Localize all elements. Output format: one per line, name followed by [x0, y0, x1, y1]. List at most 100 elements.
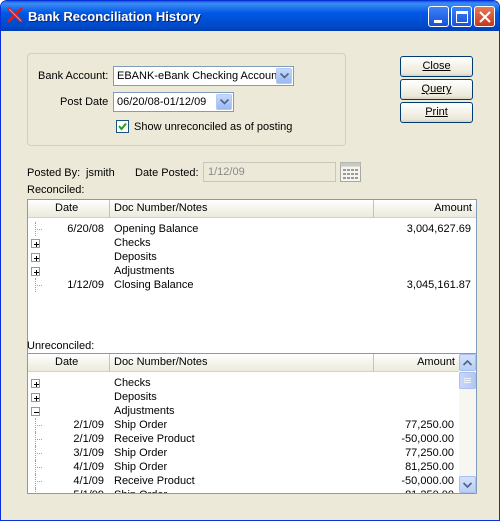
- window-title: Bank Reconciliation History: [28, 9, 201, 24]
- tree-row[interactable]: 1/12/09 Closing Balance 3,045,161.87: [28, 278, 476, 292]
- tree-row[interactable]: Adjustments: [28, 404, 476, 418]
- column-header-doc[interactable]: Doc Number/Notes: [110, 200, 374, 218]
- tree-row[interactable]: Deposits: [28, 250, 476, 264]
- tree-line: [35, 229, 42, 230]
- cell-date: 4/1/09: [73, 461, 104, 473]
- chevron-down-icon[interactable]: [216, 94, 232, 110]
- title-bar[interactable]: Bank Reconciliation History: [1, 1, 499, 31]
- cell-amount: 81,250.00: [405, 461, 454, 473]
- print-button-label: Print: [425, 106, 448, 118]
- client-area: Bank Account: EBANK-eBank Checking Accou…: [4, 31, 496, 518]
- tree-line: [35, 481, 42, 482]
- tree-line: [35, 285, 42, 286]
- cell-doc: Adjustments: [114, 265, 175, 277]
- cell-date: 5/1/09: [73, 488, 104, 493]
- tree-row[interactable]: 2/1/09 Ship Order 77,250.00: [28, 418, 476, 432]
- cell-amount: 3,004,627.69: [406, 223, 471, 235]
- collapse-icon[interactable]: [31, 407, 40, 416]
- close-icon: [479, 11, 491, 23]
- cell-doc: Deposits: [114, 251, 157, 263]
- bank-account-value: EBANK-eBank Checking Account: [117, 70, 281, 82]
- tree-line: [35, 467, 42, 468]
- post-date-label: Post Date: [60, 96, 109, 108]
- reconciled-tree[interactable]: Date Doc Number/Notes Amount 6/20/08 Open…: [27, 199, 477, 365]
- scroll-up-button[interactable]: [459, 354, 476, 371]
- reconciled-label: Reconciled:: [27, 184, 85, 196]
- cell-doc: Ship Order: [114, 461, 168, 473]
- expand-icon[interactable]: [31, 239, 40, 248]
- cell-amount: -50,000.00: [401, 433, 454, 445]
- minimize-icon: [434, 20, 442, 23]
- expand-icon[interactable]: [31, 267, 40, 276]
- cell-amount: 77,250.00: [405, 419, 454, 431]
- column-header-doc[interactable]: Doc Number/Notes: [110, 354, 374, 372]
- bank-account-select[interactable]: EBANK-eBank Checking Account: [113, 66, 294, 86]
- close-button[interactable]: Close: [400, 56, 473, 77]
- cell-doc: Adjustments: [114, 405, 175, 417]
- bank-reconciliation-history-window: Bank Reconciliation History Bank Account…: [0, 0, 500, 521]
- cell-doc: Checks: [114, 237, 151, 249]
- tree-row[interactable]: Deposits: [28, 390, 476, 404]
- cell-date: 2/1/09: [73, 433, 104, 445]
- column-header-amount[interactable]: Amount: [374, 200, 476, 218]
- print-button[interactable]: Print: [400, 102, 473, 123]
- cell-date: 6/20/08: [67, 223, 104, 235]
- cell-date: 3/1/09: [73, 447, 104, 459]
- tree-row[interactable]: 5/1/09 Ship Order 81,250.00: [28, 488, 476, 493]
- date-posted-value: 1/12/09: [208, 166, 245, 178]
- chevron-down-icon: [463, 482, 472, 488]
- tree-line: [35, 453, 42, 454]
- query-button[interactable]: Query: [400, 79, 473, 100]
- post-date-select[interactable]: 06/20/08-01/12/09: [113, 92, 234, 112]
- tree-row[interactable]: 2/1/09 Receive Product -50,000.00: [28, 432, 476, 446]
- post-date-value: 06/20/08-01/12/09: [117, 96, 207, 108]
- tree-row[interactable]: 4/1/09 Ship Order 81,250.00: [28, 460, 476, 474]
- cell-doc: Opening Balance: [114, 223, 199, 235]
- expand-icon[interactable]: [31, 253, 40, 262]
- calendar-icon[interactable]: [340, 162, 361, 182]
- show-unreconciled-checkbox[interactable]: [116, 120, 129, 133]
- column-header-amount[interactable]: Amount: [374, 354, 459, 372]
- minimize-button[interactable]: [428, 6, 449, 27]
- query-button-label: Query: [421, 83, 452, 95]
- cell-doc: Deposits: [114, 391, 157, 403]
- cell-doc: Closing Balance: [114, 279, 194, 291]
- unreconciled-scrollbar[interactable]: [459, 354, 476, 493]
- tree-row[interactable]: 3/1/09 Ship Order 77,250.00: [28, 446, 476, 460]
- expand-icon[interactable]: [31, 379, 40, 388]
- show-unreconciled-label[interactable]: Show unreconciled as of posting: [134, 121, 292, 133]
- close-window-button[interactable]: [474, 6, 495, 27]
- maximize-icon: [456, 11, 468, 23]
- tree-line: [35, 488, 36, 493]
- cell-doc: Ship Order: [114, 447, 168, 459]
- scroll-down-button[interactable]: [459, 476, 476, 493]
- chevron-up-icon: [463, 360, 472, 366]
- checkmark-icon: [118, 122, 127, 131]
- tree-row[interactable]: Adjustments: [28, 264, 476, 278]
- app-x-icon: [7, 7, 23, 23]
- reconciled-header: Date Doc Number/Notes Amount: [28, 200, 476, 218]
- cell-date: 2/1/09: [73, 419, 104, 431]
- tree-row[interactable]: Checks: [28, 376, 476, 390]
- tree-row[interactable]: 6/20/08 Opening Balance 3,004,627.69: [28, 222, 476, 236]
- cell-date: 1/12/09: [67, 279, 104, 291]
- cell-doc: Ship Order: [114, 419, 168, 431]
- tree-row[interactable]: 4/1/09 Receive Product -50,000.00: [28, 474, 476, 488]
- expand-icon[interactable]: [31, 393, 40, 402]
- tree-line: [35, 425, 42, 426]
- unreconciled-header: Date Doc Number/Notes Amount: [28, 354, 459, 372]
- bank-account-label: Bank Account:: [38, 70, 109, 82]
- cell-amount: 81,250.00: [405, 488, 454, 493]
- posted-by-value: jsmith: [86, 167, 115, 179]
- column-header-date[interactable]: Date: [28, 354, 110, 372]
- column-header-date[interactable]: Date: [28, 200, 110, 218]
- maximize-button[interactable]: [451, 6, 472, 27]
- tree-row[interactable]: Checks: [28, 236, 476, 250]
- scroll-thumb[interactable]: [459, 372, 476, 389]
- date-posted-label: Date Posted:: [135, 167, 199, 179]
- cell-amount: 3,045,161.87: [406, 279, 471, 291]
- date-posted-field: 1/12/09: [203, 162, 336, 182]
- chevron-down-icon[interactable]: [276, 68, 292, 84]
- unreconciled-label: Unreconciled:: [27, 340, 95, 352]
- unreconciled-tree[interactable]: Date Doc Number/Notes Amount Checks Depos…: [27, 353, 477, 494]
